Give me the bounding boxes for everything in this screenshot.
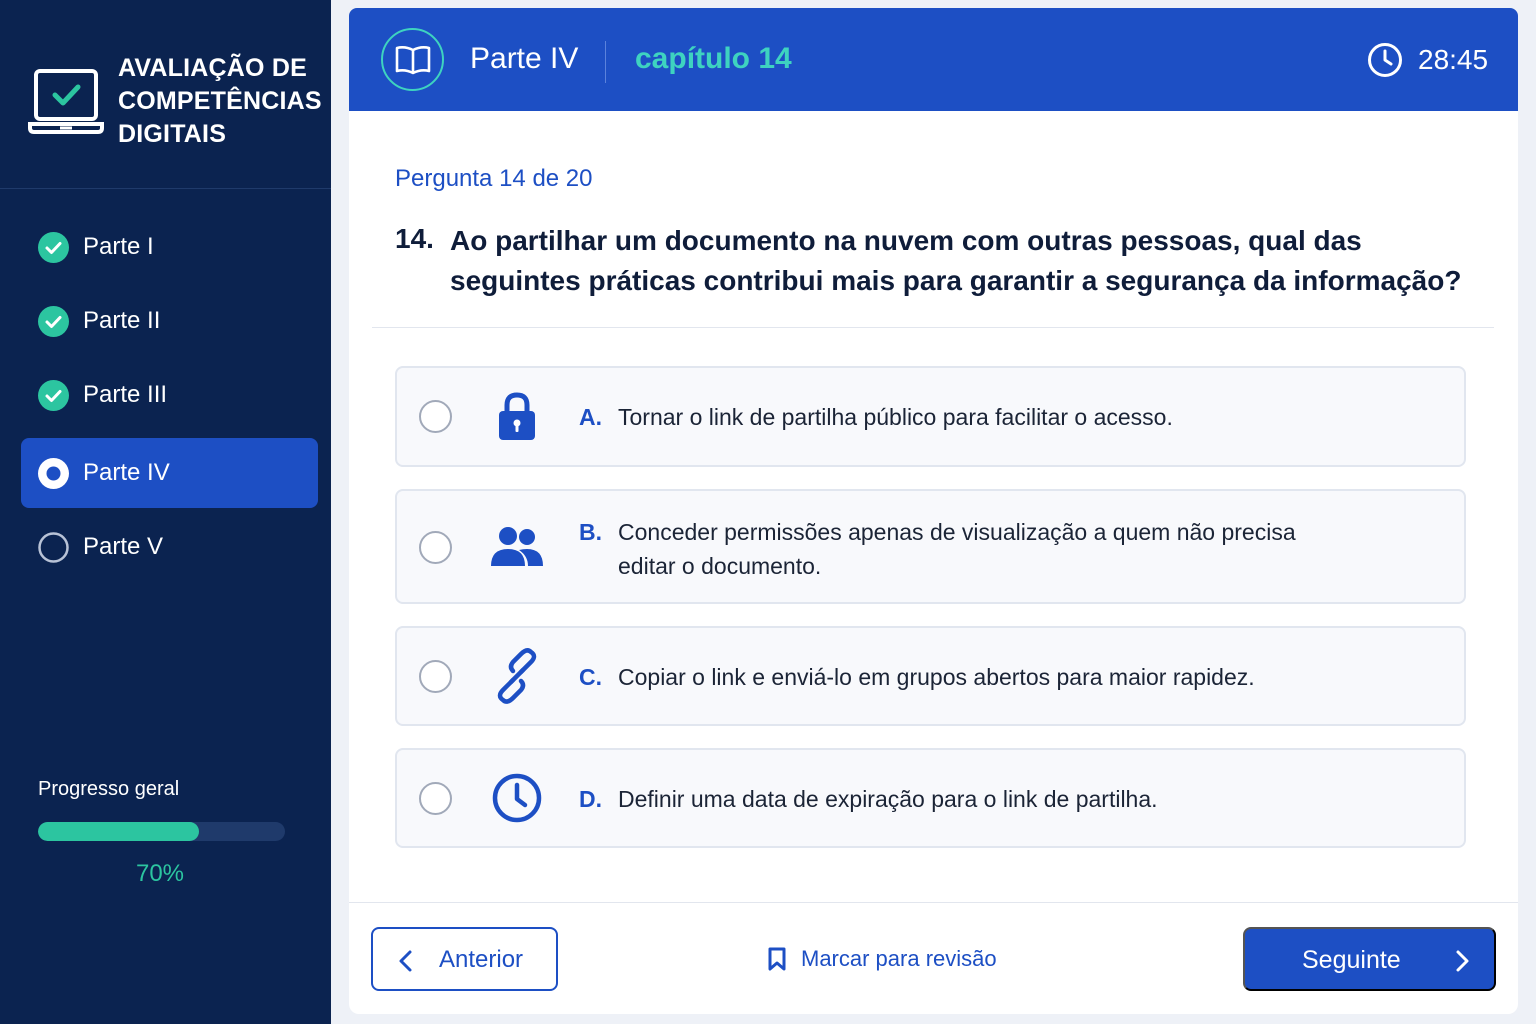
sidebar-item-parte-iii[interactable]: Parte III xyxy=(21,360,318,430)
lock-icon xyxy=(499,392,535,440)
previous-button-label: Anterior xyxy=(439,946,524,973)
sidebar-item-parte-iv[interactable]: Parte IV xyxy=(21,438,318,508)
option-b[interactable]: B. Conceder permissões apenas de visuali… xyxy=(395,489,1466,604)
option-c[interactable]: C. Copiar o link e enviá-lo em grupos ab… xyxy=(395,626,1466,726)
chevron-right-icon xyxy=(1456,950,1469,972)
check-circle-icon xyxy=(38,306,69,337)
progress-bar xyxy=(38,822,285,841)
sidebar-item-label: Parte IV xyxy=(83,459,170,486)
chevron-left-icon xyxy=(399,950,412,972)
next-button[interactable]: Seguinte xyxy=(1243,927,1496,991)
progress-percent: 70% xyxy=(135,860,185,887)
option-radio[interactable] xyxy=(419,400,452,433)
option-d[interactable]: D. Definir uma data de expiração para o … xyxy=(395,748,1466,848)
question-divider xyxy=(372,327,1494,328)
question-text: Ao partilhar um documento na nuvem com o… xyxy=(450,225,1462,296)
timer: 28:45 xyxy=(1418,44,1489,75)
book-icon xyxy=(381,28,444,91)
sidebar-item-label: Parte III xyxy=(83,381,168,408)
option-a[interactable]: A. Tornar o link de partilha público par… xyxy=(395,366,1466,467)
chapter-title: capítulo 14 xyxy=(635,42,792,75)
header: Parte IV capítulo 14 28:45 xyxy=(349,8,1518,111)
option-radio[interactable] xyxy=(419,660,452,693)
sidebar: AVALIAÇÃO DE COMPETÊNCIAS DIGITAIS Parte… xyxy=(0,0,331,1024)
question-number: 14. xyxy=(395,223,434,254)
laptop-check-icon xyxy=(28,69,104,134)
option-text: Definir uma data de expiração para o lin… xyxy=(618,786,1158,812)
sidebar-item-parte-ii[interactable]: Parte II xyxy=(21,286,318,356)
users-icon xyxy=(491,527,543,566)
option-text: Copiar o link e enviá-lo em grupos abert… xyxy=(618,664,1255,690)
bookmark-icon xyxy=(768,947,786,971)
option-letter: B. xyxy=(579,519,602,545)
option-text: Tornar o link de partilha público para f… xyxy=(618,404,1173,430)
header-divider xyxy=(605,41,606,83)
mark-for-review-button[interactable]: Marcar para revisão xyxy=(767,941,997,977)
clock-icon xyxy=(492,773,542,823)
question-counter: Pergunta 14 de 20 xyxy=(395,165,593,192)
brand: AVALIAÇÃO DE COMPETÊNCIAS DIGITAIS xyxy=(0,0,331,189)
option-text: Conceder permissões apenas de visualizaç… xyxy=(618,519,1296,579)
option-letter: C. xyxy=(579,664,602,690)
brand-title: AVALIAÇÃO DE COMPETÊNCIAS DIGITAIS xyxy=(118,54,322,148)
progress-fill xyxy=(38,822,199,841)
sidebar-item-parte-v[interactable]: Parte V xyxy=(21,512,318,582)
footer-divider xyxy=(349,902,1518,903)
question-card: Pergunta 14 de 20 14. Ao partilhar um do… xyxy=(349,111,1518,1014)
option-letter: D. xyxy=(579,786,602,812)
sidebar-item-parte-i[interactable]: Parte I xyxy=(21,212,318,282)
part-title: Parte IV xyxy=(470,42,579,75)
check-circle-icon xyxy=(38,232,69,263)
check-circle-icon xyxy=(38,380,69,411)
next-button-label: Seguinte xyxy=(1302,946,1401,974)
progress-label: Progresso geral xyxy=(38,778,180,800)
empty-circle-icon xyxy=(38,532,69,563)
current-step-icon xyxy=(38,458,69,489)
option-radio[interactable] xyxy=(419,531,452,564)
clock-icon xyxy=(1368,43,1402,77)
sidebar-item-label: Parte V xyxy=(83,533,164,560)
sidebar-item-label: Parte I xyxy=(83,233,154,260)
option-radio[interactable] xyxy=(419,782,452,815)
option-letter: A. xyxy=(579,404,602,430)
link-icon xyxy=(497,648,537,704)
previous-button[interactable]: Anterior xyxy=(371,927,558,991)
sidebar-item-label: Parte II xyxy=(83,307,161,334)
mark-for-review-label: Marcar para revisão xyxy=(801,946,997,971)
